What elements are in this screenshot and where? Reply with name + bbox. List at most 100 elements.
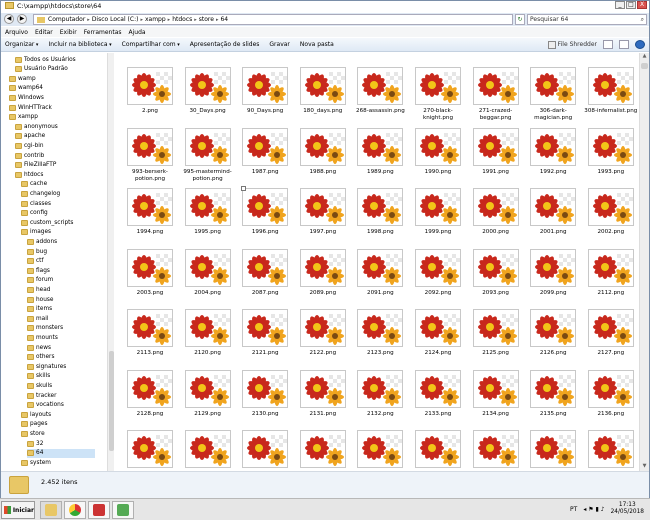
file-item[interactable]: 2127.png: [584, 309, 638, 365]
search-icon[interactable]: ⌕: [641, 15, 644, 24]
file-item[interactable]: 180_days.png: [296, 67, 350, 123]
nav-item[interactable]: FileZillaFTP: [15, 161, 56, 170]
file-item[interactable]: 2003.png: [123, 248, 177, 305]
scroll-up-icon[interactable]: ▲: [640, 53, 649, 61]
file-item[interactable]: 1995.png: [181, 188, 235, 244]
nav-item[interactable]: custom_scripts: [21, 218, 73, 227]
nav-item[interactable]: xampp: [9, 113, 38, 122]
file-item[interactable]: 2136.png: [584, 369, 638, 426]
file-item[interactable]: 1990.png: [411, 127, 465, 184]
nav-item[interactable]: mail: [27, 314, 48, 323]
chevron-right-icon[interactable]: ▸: [87, 17, 90, 23]
back-button[interactable]: ◀: [4, 14, 14, 24]
file-item[interactable]: 1989.png: [353, 127, 407, 184]
nav-item[interactable]: tracker: [27, 391, 57, 400]
file-item[interactable]: 1991.png: [469, 127, 523, 184]
file-item[interactable]: [296, 430, 350, 471]
file-item[interactable]: 995-mastermind-potion.png: [181, 127, 235, 184]
nav-scrollbar[interactable]: [107, 53, 114, 471]
close-button[interactable]: X: [637, 1, 647, 9]
nav-item[interactable]: images: [21, 228, 51, 237]
file-item[interactable]: 268-assassin.png: [353, 67, 407, 123]
file-item[interactable]: 1987.png: [238, 127, 292, 184]
file-item[interactable]: 2133.png: [411, 369, 465, 426]
nav-item[interactable]: WinHTTrack: [9, 103, 52, 112]
nav-item[interactable]: Windows: [9, 93, 44, 102]
help-icon[interactable]: [635, 40, 645, 49]
file-shredder-button[interactable]: File Shredder: [547, 40, 597, 49]
toolbar-item-5[interactable]: Nova pasta: [300, 41, 334, 48]
chevron-right-icon[interactable]: ▸: [216, 17, 219, 23]
nav-item[interactable]: Usuário Padrão: [15, 65, 68, 74]
file-item[interactable]: 1999.png: [411, 188, 465, 244]
nav-item[interactable]: house: [27, 295, 53, 304]
taskbar-explorer[interactable]: [40, 501, 62, 519]
file-item[interactable]: 2112.png: [584, 248, 638, 305]
nav-item[interactable]: forum: [27, 276, 53, 285]
breadcrumb-htdocs[interactable]: htdocs: [172, 16, 192, 23]
nav-item[interactable]: ctf: [27, 257, 44, 266]
file-item[interactable]: 270-black-knight.png: [411, 67, 465, 123]
nav-item[interactable]: monsters: [27, 324, 63, 333]
file-item[interactable]: 2122.png: [296, 309, 350, 365]
nav-scrollbar-thumb[interactable]: [109, 351, 114, 451]
nav-item[interactable]: 32: [27, 439, 43, 448]
nav-item[interactable]: store: [21, 429, 45, 438]
file-item[interactable]: 2130.png: [238, 369, 292, 426]
start-button[interactable]: Iniciar: [1, 501, 35, 519]
file-item[interactable]: 2.png: [123, 67, 177, 123]
file-item[interactable]: 2134.png: [469, 369, 523, 426]
view-options-icon[interactable]: [603, 40, 613, 49]
breadcrumb-disk[interactable]: Disco Local (C:): [92, 16, 139, 23]
chevron-right-icon[interactable]: ▸: [194, 17, 197, 23]
nav-item[interactable]: anonymous: [15, 122, 58, 131]
file-item[interactable]: [181, 430, 235, 471]
breadcrumb-64[interactable]: 64: [220, 16, 228, 23]
file-item[interactable]: [238, 430, 292, 471]
file-item[interactable]: 2092.png: [411, 248, 465, 305]
file-item[interactable]: 2131.png: [296, 369, 350, 426]
file-item[interactable]: 2129.png: [181, 369, 235, 426]
file-item[interactable]: 2002.png: [584, 188, 638, 244]
nav-item[interactable]: apache: [15, 132, 45, 141]
file-item[interactable]: 993-berserk-potion.png: [123, 127, 177, 184]
taskbar-app[interactable]: [88, 501, 110, 519]
nav-item[interactable]: system: [21, 458, 51, 467]
file-item[interactable]: 1992.png: [526, 127, 580, 184]
file-item[interactable]: 2128.png: [123, 369, 177, 426]
address-bar[interactable]: Computador ▸ Disco Local (C:) ▸ xampp ▸ …: [33, 14, 513, 25]
forward-button[interactable]: ▶: [17, 14, 27, 24]
file-item[interactable]: 1996.png: [238, 188, 292, 244]
file-item[interactable]: 2120.png: [181, 309, 235, 365]
nav-item[interactable]: addons: [27, 237, 57, 246]
file-item[interactable]: [123, 430, 177, 471]
toolbar-item-2[interactable]: Compartilhar com ▾: [122, 41, 180, 48]
file-item[interactable]: 2001.png: [526, 188, 580, 244]
nav-item[interactable]: bug: [27, 247, 47, 256]
breadcrumb-xampp[interactable]: xampp: [145, 16, 166, 23]
chevron-right-icon[interactable]: ▸: [168, 17, 171, 23]
breadcrumb-computer[interactable]: Computador: [48, 16, 85, 23]
file-item[interactable]: 271-crazed-beggar.png: [469, 67, 523, 123]
file-item[interactable]: 2135.png: [526, 369, 580, 426]
nav-item[interactable]: vocations: [27, 401, 64, 410]
preview-pane-icon[interactable]: [619, 40, 629, 49]
nav-item[interactable]: Todos os Usuários: [15, 55, 76, 64]
file-item[interactable]: 308-infernalist.png: [584, 67, 638, 123]
nav-item[interactable]: items: [27, 305, 52, 314]
file-item[interactable]: 1993.png: [584, 127, 638, 184]
file-item[interactable]: [584, 430, 638, 471]
file-item[interactable]: 306-dark-magician.png: [526, 67, 580, 123]
file-item[interactable]: 2091.png: [353, 248, 407, 305]
clock[interactable]: 17:13 24/05/2018: [611, 502, 644, 516]
toolbar-item-3[interactable]: Apresentação de slides: [190, 41, 260, 48]
nav-item[interactable]: cache: [21, 180, 47, 189]
file-item[interactable]: 2123.png: [353, 309, 407, 365]
language-indicator[interactable]: PT: [570, 506, 577, 513]
taskbar-notepad[interactable]: [112, 501, 134, 519]
search-input[interactable]: Pesquisar 64 ⌕: [527, 14, 647, 25]
file-item[interactable]: 1998.png: [353, 188, 407, 244]
menu-arquivo[interactable]: Arquivo: [5, 29, 28, 36]
taskbar-chrome[interactable]: [64, 501, 86, 519]
nav-item[interactable]: others: [27, 353, 54, 362]
